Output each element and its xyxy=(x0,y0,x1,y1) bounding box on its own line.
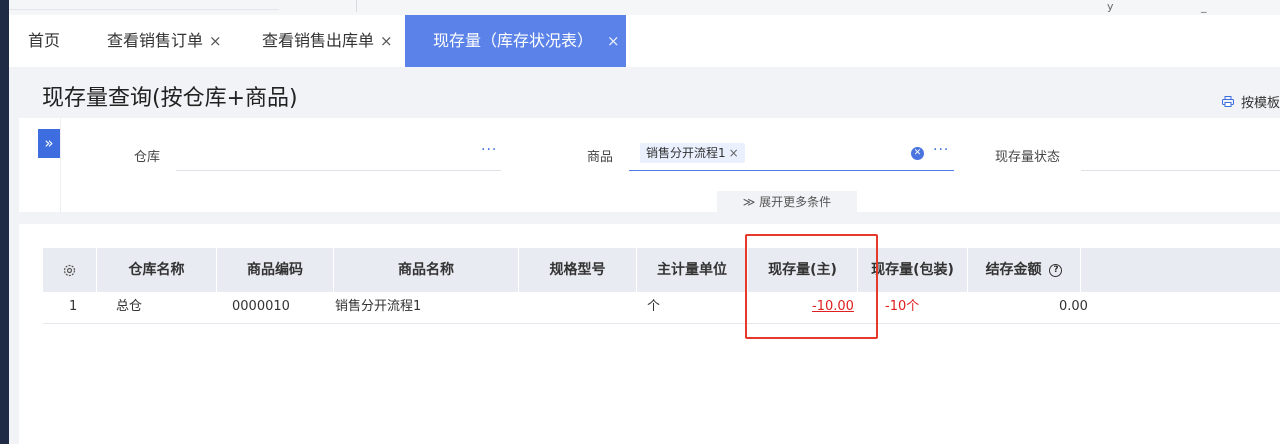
goods-chip[interactable]: 销售分开流程1 × xyxy=(640,143,745,163)
close-icon[interactable]: × xyxy=(380,32,393,50)
help-icon[interactable]: ? xyxy=(1049,263,1063,277)
results-panel: 仓库名称 商品编码 商品名称 规格型号 主计量单位 现存量(主) 现存量(包装)… xyxy=(19,224,1280,444)
cell-goods-code: 0000010 xyxy=(232,299,290,314)
goods-chip-label: 销售分开流程1 xyxy=(646,146,726,160)
cell-qty-pack: -10个 xyxy=(885,299,920,314)
tab-label: 查看销售出库单 xyxy=(262,31,375,50)
goods-more-icon[interactable]: ··· xyxy=(933,142,949,158)
warehouse-more-icon[interactable]: ··· xyxy=(481,142,497,158)
clear-icon[interactable]: ✕ xyxy=(911,147,924,160)
top-divider xyxy=(356,0,357,12)
cell-goods-name: 销售分开流程1 xyxy=(335,299,422,314)
warehouse-input[interactable] xyxy=(176,170,501,171)
warehouse-label: 仓库 xyxy=(134,150,161,165)
tab-label: 首页 xyxy=(28,31,61,50)
close-icon[interactable]: × xyxy=(209,32,222,50)
table-row[interactable]: 1 总仓 0000010 销售分开流程1 个 -10.00 -10个 0.00 xyxy=(43,292,1280,324)
top-search-underline xyxy=(9,0,279,10)
cell-warehouse: 总仓 xyxy=(116,299,143,314)
tab-sales-outbound[interactable]: 查看销售出库单 × xyxy=(262,15,393,67)
goods-label: 商品 xyxy=(587,150,614,165)
filter-panel: » 仓库 ··· 商品 销售分开流程1 × ✕ ··· 现存量状态 ≫ 展开更多条… xyxy=(19,118,1280,213)
column-header[interactable]: 商品编码 xyxy=(217,248,334,292)
column-header[interactable]: 仓库名称 xyxy=(97,248,217,292)
goods-input[interactable] xyxy=(629,170,954,171)
tab-label: 现存量（库存状况表） xyxy=(433,31,594,50)
column-header[interactable]: 商品名称 xyxy=(334,248,519,292)
tab-bar: 首页 查看销售订单 × 查看销售出库单 × 现存量（库存状况表） × xyxy=(9,15,1280,67)
tab-sales-order[interactable]: 查看销售订单 × xyxy=(107,15,222,67)
close-icon[interactable]: × xyxy=(607,32,620,50)
tab-stock-status[interactable]: 现存量（库存状况表） × xyxy=(405,15,626,67)
print-by-template-button[interactable]: 按模板 xyxy=(1221,92,1280,111)
print-label: 按模板 xyxy=(1240,96,1280,111)
stock-status-label: 现存量状态 xyxy=(995,150,1061,165)
chip-close-icon[interactable]: × xyxy=(729,146,739,160)
stock-status-input[interactable] xyxy=(1081,170,1280,171)
expand-more-conditions-button[interactable]: ≫ 展开更多条件 xyxy=(717,191,857,213)
filter-divider xyxy=(60,118,61,212)
top-strip: y _ xyxy=(9,0,1280,15)
top-user-icon[interactable]: y xyxy=(1107,0,1114,13)
page-title: 现存量查询(按仓库+商品) xyxy=(42,86,298,111)
tab-label: 查看销售订单 xyxy=(107,31,204,50)
printer-icon xyxy=(1221,96,1238,111)
column-header-amount[interactable]: 结存金额 ? xyxy=(968,248,1081,292)
tab-home[interactable]: 首页 xyxy=(28,15,60,67)
row-index: 1 xyxy=(69,299,78,314)
cell-unit: 个 xyxy=(647,299,661,314)
column-settings-icon[interactable] xyxy=(43,248,97,292)
table-header: 仓库名称 商品编码 商品名称 规格型号 主计量单位 现存量(主) 现存量(包装)… xyxy=(43,248,1280,292)
annotation-highlight-box xyxy=(745,234,878,339)
cell-amount: 0.00 xyxy=(1059,299,1088,314)
column-header-label: 结存金额 xyxy=(985,262,1042,278)
expand-sidebar-button[interactable]: » xyxy=(38,129,60,158)
column-header[interactable]: 规格型号 xyxy=(519,248,637,292)
window-left-edge xyxy=(0,0,9,444)
top-minimize-icon[interactable]: _ xyxy=(1201,0,1207,13)
column-header[interactable]: 主计量单位 xyxy=(637,248,748,292)
